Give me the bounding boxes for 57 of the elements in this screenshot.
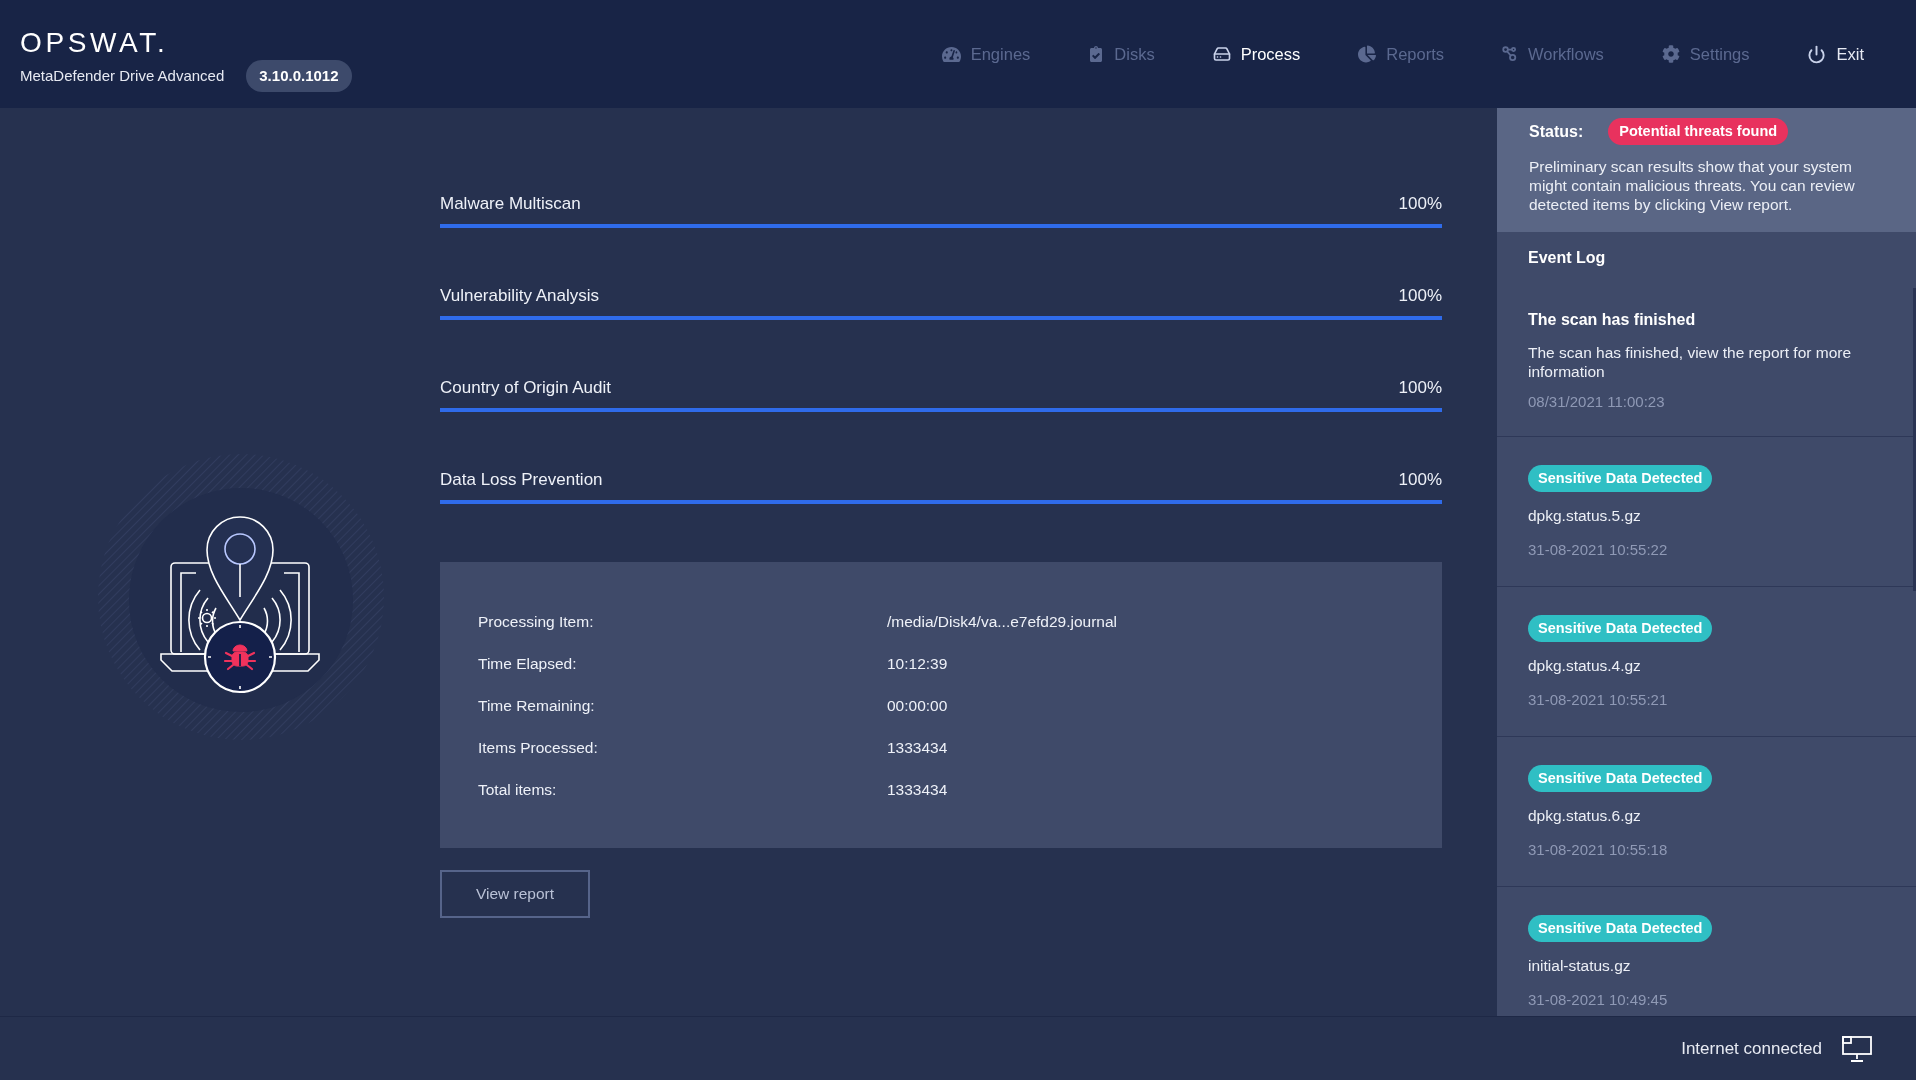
- detail-label: Processing Item:: [478, 612, 595, 632]
- scan-label: Vulnerability Analysis: [440, 285, 600, 308]
- event-time: 31-08-2021 10:55:22: [1528, 540, 1668, 560]
- scan-label: Country of Origin Audit: [440, 377, 612, 400]
- gauge-icon: [941, 44, 961, 64]
- event-title: The scan has finished: [1528, 310, 1696, 330]
- status-badge: Potential threats found: [1608, 118, 1789, 145]
- event-time: 31-08-2021 10:55:21: [1528, 690, 1668, 710]
- event-log-title: Event Log: [1528, 248, 1606, 268]
- power-icon: [1807, 44, 1827, 64]
- event-badge: Sensitive Data Detected: [1528, 615, 1713, 642]
- detail-label: Time Elapsed:: [478, 654, 578, 674]
- scan-percent: 100%: [1398, 377, 1442, 400]
- status-description: Preliminary scan results show that your system might contain malicious threats. You can review detected items by clicking View report.: [1529, 157, 1856, 214]
- scan-percent: 100%: [1398, 285, 1442, 308]
- clipboard-check-icon: [1088, 46, 1105, 62]
- event-file: dpkg.status.5.gz: [1528, 506, 1641, 526]
- view-report-button[interactable]: View report: [440, 870, 590, 918]
- event-time: 31-08-2021 10:55:18: [1528, 840, 1668, 860]
- detail-value: 10:12:39: [887, 654, 948, 674]
- scan-percent: 100%: [1398, 469, 1442, 492]
- version-badge: 3.10.0.1012: [246, 60, 352, 92]
- monitor-icon: [1842, 1035, 1872, 1062]
- detail-label: Items Processed:: [478, 738, 599, 758]
- nav-tab[interactable]: Workflows: [1502, 41, 1604, 67]
- event-description: The scan has finished, view the report for more information: [1528, 343, 1853, 381]
- scan-label: Data Loss Prevention: [440, 469, 603, 492]
- event-badge: Sensitive Data Detected: [1528, 915, 1713, 942]
- nav-tab[interactable]: Process: [1212, 41, 1301, 67]
- scan-label: Malware Multiscan: [440, 193, 581, 216]
- detail-value: 1333434: [887, 780, 948, 800]
- event-time: 08/31/2021 11:00:23: [1528, 392, 1665, 412]
- pie-chart-icon: [1358, 45, 1377, 63]
- scan-percent: 100%: [1398, 193, 1442, 216]
- detail-value: 00:00:00: [887, 696, 948, 716]
- event-file: initial-status.gz: [1528, 956, 1631, 976]
- nav-tab[interactable]: Engines: [941, 41, 1031, 67]
- nav-tab[interactable]: Reports: [1358, 41, 1445, 67]
- settings-icon: [1661, 45, 1680, 63]
- hard-drive-icon: [1212, 45, 1231, 63]
- detail-value: /media/Disk4/va...e7efd29.journal: [887, 612, 1118, 632]
- detail-label: Time Remaining:: [478, 696, 596, 716]
- event-file: dpkg.status.4.gz: [1528, 656, 1641, 676]
- event-file: dpkg.status.6.gz: [1528, 806, 1641, 826]
- detail-label: Total items:: [478, 780, 558, 800]
- connection-status: Internet connected: [1681, 1037, 1822, 1060]
- event-badge: Sensitive Data Detected: [1528, 465, 1713, 492]
- exit-button[interactable]: Exit: [1807, 41, 1864, 67]
- nav-tab[interactable]: Settings: [1661, 41, 1750, 67]
- product-name: MetaDefender Drive Advanced: [20, 65, 225, 86]
- detail-value: 1333434: [887, 738, 948, 758]
- event-badge: Sensitive Data Detected: [1528, 765, 1713, 792]
- event-time: 31-08-2021 10:49:45: [1528, 990, 1668, 1010]
- logo: OPSWAT.: [20, 29, 169, 57]
- nav-tab[interactable]: Disks: [1088, 41, 1155, 67]
- status-label: Status:: [1529, 121, 1584, 142]
- nodes-icon: [1502, 46, 1519, 62]
